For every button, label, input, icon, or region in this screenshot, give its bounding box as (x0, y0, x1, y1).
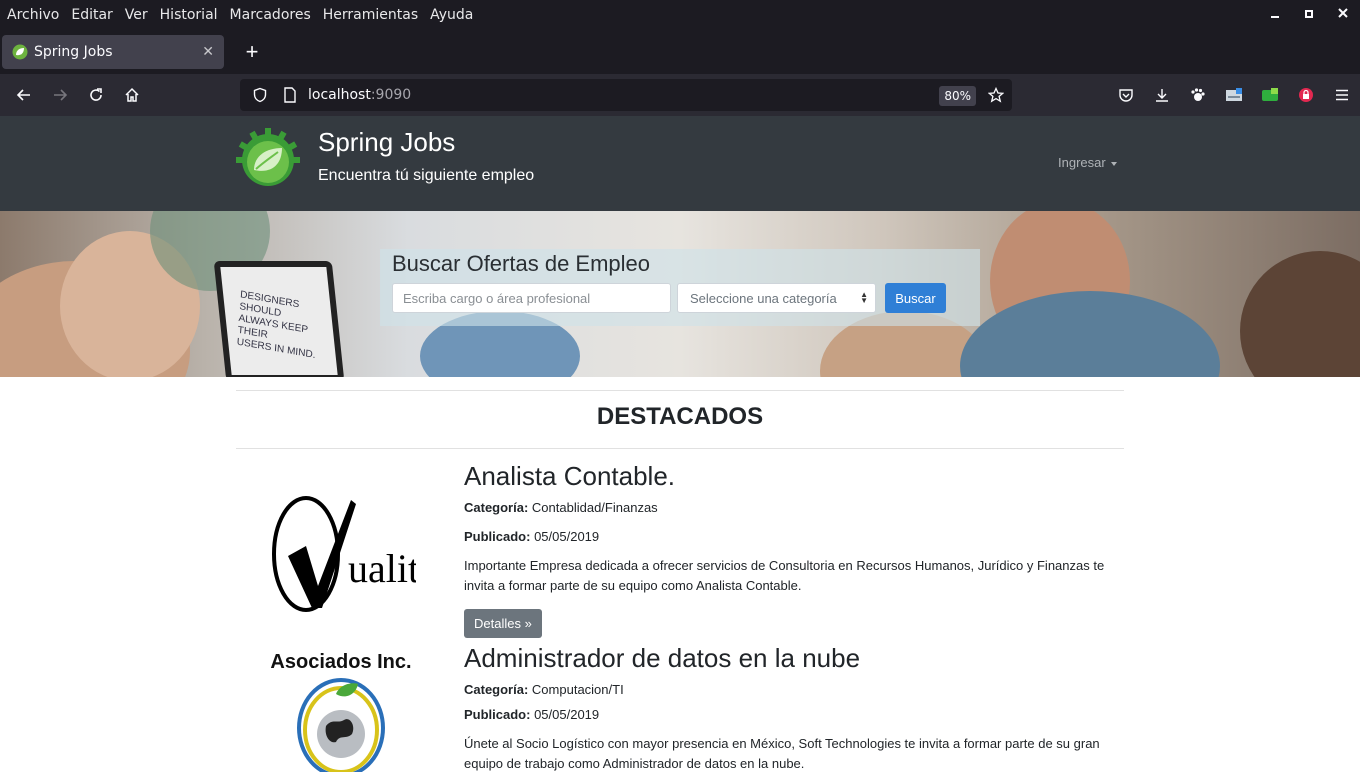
pocket-icon[interactable] (1108, 79, 1144, 111)
extension-screen-icon[interactable] (1216, 79, 1252, 111)
job-description: Únete al Socio Logístico con mayor prese… (464, 736, 1100, 771)
menu-bar: Archivo Editar Ver Historial Marcadores … (0, 0, 1360, 30)
extension-paw-icon[interactable] (1180, 79, 1216, 111)
job-published: Publicado: 05/05/2019 (464, 707, 600, 722)
menu-ver[interactable]: Ver (118, 7, 154, 23)
url-port: :9090 (370, 87, 412, 103)
forward-icon[interactable] (42, 79, 78, 111)
spring-logo-icon[interactable] (236, 126, 300, 190)
shield-icon[interactable] (248, 87, 272, 103)
tab-title: Spring Jobs (34, 44, 113, 60)
search-input[interactable]: Escriba cargo o área profesional (392, 283, 671, 313)
job-category: Categoría: Contablidad/Finanzas (464, 500, 658, 515)
job-description: Importante Empresa dedicada a ofrecer se… (464, 558, 1105, 593)
bookmark-star-icon[interactable] (988, 87, 1004, 103)
toolbar-right (1108, 74, 1360, 116)
category-select-label: Seleccione una categoría (690, 290, 837, 306)
caret-down-icon (1110, 161, 1117, 166)
search-title: Buscar Ofertas de Empleo (392, 251, 651, 276)
url-host: localhost (308, 87, 371, 103)
hero-banner: DESIGNERS SHOULD ALWAYS KEEP THEIR USERS… (0, 211, 1360, 377)
job-body: Analista Contable. Categoría: Contablida… (464, 462, 1114, 638)
menu-marcadores[interactable]: Marcadores (223, 7, 317, 23)
brand-title[interactable]: Spring Jobs (318, 127, 455, 158)
home-icon[interactable] (114, 79, 150, 111)
menu-editar[interactable]: Editar (64, 7, 118, 23)
menu-historial[interactable]: Historial (153, 7, 224, 23)
menu-ayuda[interactable]: Ayuda (423, 7, 479, 23)
close-window-icon[interactable] (1326, 7, 1360, 23)
job-published: Publicado: 05/05/2019 (464, 529, 600, 544)
search-panel: Buscar Ofertas de Empleo Escriba cargo o… (380, 249, 980, 326)
divider-bottom (236, 448, 1124, 449)
hero-laptop-screen: DESIGNERS SHOULD ALWAYS KEEP THEIR USERS… (213, 261, 345, 377)
window-controls (1258, 0, 1360, 30)
brand-tagline: Encuentra tú siguiente empleo (318, 167, 535, 184)
svg-text:Asociados Inc.: Asociados Inc. (270, 651, 411, 673)
job-body: Administrador de datos en la nube Catego… (464, 644, 1114, 774)
navigation-bar: localhost:9090 80% (0, 74, 1360, 116)
minimize-icon[interactable] (1258, 7, 1292, 23)
hero-person-right (1240, 251, 1360, 377)
page-icon[interactable] (278, 87, 302, 103)
site-header: Spring Jobs Encuentra tú siguiente emple… (0, 116, 1360, 211)
category-select[interactable]: Seleccione una categoría ▲ ▼ (677, 283, 876, 313)
menu-archivo[interactable]: Archivo (0, 7, 65, 23)
asociados-logo: Asociados Inc. (270, 651, 412, 772)
job-category: Categoría: Computacion/TI (464, 682, 624, 697)
tab-bar: Spring Jobs ✕ + (0, 30, 1360, 74)
job-title: Analista Contable. (464, 461, 676, 491)
spring-favicon-icon (12, 44, 28, 60)
quality-logo: uality (272, 496, 416, 612)
login-dropdown[interactable]: Ingresar (1058, 155, 1117, 170)
login-label: Ingresar (1058, 155, 1106, 170)
back-icon[interactable] (6, 79, 42, 111)
zoom-level[interactable]: 80% (939, 86, 976, 106)
job-title: Administrador de datos en la nube (464, 643, 861, 673)
tab-close-icon[interactable]: ✕ (202, 44, 214, 60)
download-icon[interactable] (1144, 79, 1180, 111)
divider-top (236, 390, 1124, 391)
featured-heading: DESTACADOS (596, 403, 764, 430)
hero-screen-text: DESIGNERS SHOULD ALWAYS KEEP THEIR USERS… (236, 289, 316, 362)
menu-herramientas[interactable]: Herramientas (316, 7, 424, 23)
search-button[interactable]: Buscar (885, 283, 946, 313)
select-arrows-icon: ▲ ▼ (860, 290, 868, 305)
maximize-icon[interactable] (1292, 7, 1326, 23)
url-bar[interactable]: localhost:9090 80% (240, 79, 1012, 111)
hamburger-menu-icon[interactable] (1324, 79, 1360, 111)
extension-lock-icon[interactable] (1288, 79, 1324, 111)
new-tab-button[interactable]: + (238, 39, 266, 65)
reload-icon[interactable] (78, 79, 114, 111)
svg-text:uality: uality (348, 546, 416, 591)
extension-green-icon[interactable] (1252, 79, 1288, 111)
tab-spring-jobs[interactable]: Spring Jobs ✕ (2, 35, 224, 69)
details-button[interactable]: Detalles » (464, 609, 542, 638)
